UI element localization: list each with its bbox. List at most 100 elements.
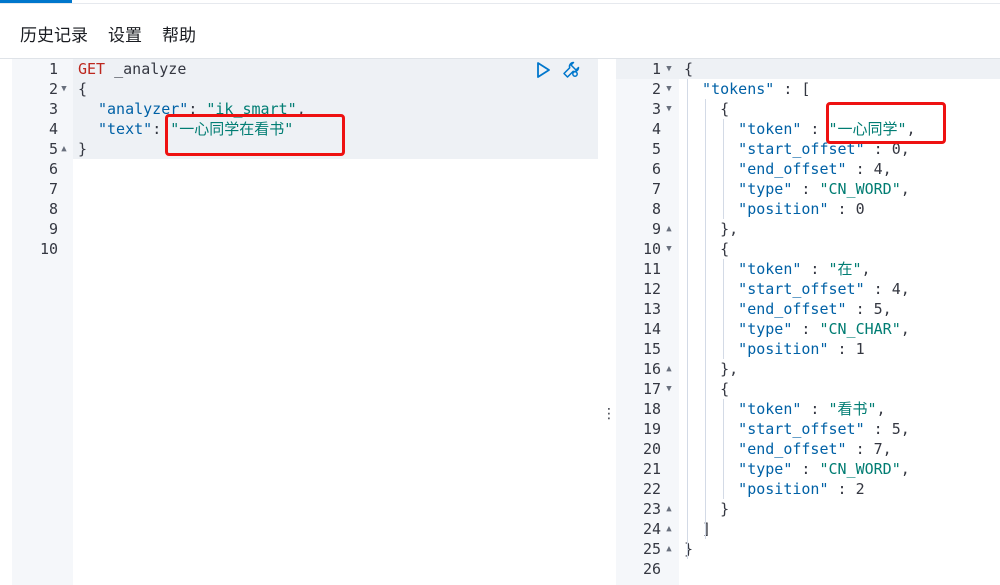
line-number: 10: [39, 240, 58, 258]
line-number: 11: [642, 260, 661, 278]
highlight-box-first-token: [826, 102, 946, 144]
play-icon[interactable]: [534, 61, 552, 79]
wrench-icon[interactable]: [562, 61, 580, 79]
resize-handle-icon[interactable]: ⋮: [602, 406, 616, 422]
punctuation: ,: [900, 280, 910, 298]
fold-toggle-icon[interactable]: ▼: [664, 99, 674, 119]
fold-toggle-icon[interactable]: ▼: [664, 239, 674, 259]
key-start-offset: "start_offset": [738, 280, 865, 298]
line-number: 21: [642, 460, 661, 478]
punctuation: :: [828, 340, 856, 358]
punctuation: ,: [876, 400, 886, 418]
fold-end-icon[interactable]: ▲: [664, 539, 674, 559]
fold-toggle-icon[interactable]: ▼: [59, 79, 69, 99]
highlight-box-text-value: [165, 114, 345, 156]
menu-help[interactable]: 帮助: [162, 16, 196, 56]
brace-open: {: [720, 380, 730, 398]
response-line-17: {: [720, 379, 729, 399]
line-number: 4: [651, 120, 661, 138]
line-number: 13: [642, 300, 661, 318]
punctuation: ,: [882, 300, 892, 318]
response-line-3: {: [720, 99, 729, 119]
response-line-24: ]: [702, 519, 711, 539]
line-number: 12: [642, 280, 661, 298]
line-number: 9: [48, 220, 58, 238]
line-number: 3: [48, 100, 58, 118]
fold-toggle-icon[interactable]: ▼: [664, 79, 674, 99]
key-token: "token": [738, 260, 802, 278]
line-number: 20: [642, 440, 661, 458]
array-open: : [: [774, 80, 811, 98]
fold-end-icon[interactable]: ▲: [664, 219, 674, 239]
indent-guide: [723, 119, 725, 219]
line-number: 18: [642, 400, 661, 418]
indent-guide: [687, 79, 688, 559]
response-line-20: "end_offset" : 7,: [738, 439, 892, 459]
indent-guide: [723, 259, 725, 359]
end-offset-value: 5: [873, 300, 883, 318]
array-close: ]: [702, 520, 712, 538]
punctuation: :: [828, 480, 856, 498]
line-number: 17: [642, 380, 661, 398]
punctuation: :: [792, 320, 820, 338]
punctuation: :: [846, 440, 874, 458]
brace-open: {: [720, 100, 730, 118]
key-start-offset: "start_offset": [738, 420, 865, 438]
request-path: _analyze: [114, 60, 187, 78]
end-offset-value: 7: [873, 440, 883, 458]
line-number: 4: [48, 120, 58, 138]
brace-close: },: [720, 220, 739, 238]
brace-close: }: [684, 540, 694, 558]
key-type: "type": [738, 320, 793, 338]
line-number: 3: [651, 100, 661, 118]
menu-history[interactable]: 历史记录: [20, 16, 88, 56]
response-line-18: "token" : "看书",: [738, 399, 885, 419]
fold-end-icon[interactable]: ▲: [664, 519, 674, 539]
response-line-9: },: [720, 219, 738, 239]
line-number: 5: [651, 140, 661, 158]
line-number: 5: [48, 140, 58, 158]
line-number: 9: [651, 220, 661, 238]
position-value: 0: [855, 200, 865, 218]
line-number: 2: [48, 80, 58, 98]
fold-toggle-icon[interactable]: ▼: [664, 379, 674, 399]
request-line-2: {: [78, 79, 87, 99]
response-line-11: "token" : "在",: [738, 259, 870, 279]
line-number: 15: [642, 340, 661, 358]
punctuation: :: [864, 420, 892, 438]
fold-end-icon[interactable]: ▲: [59, 139, 69, 159]
response-line-15: "position" : 1: [738, 339, 864, 359]
response-line-13: "end_offset" : 5,: [738, 299, 892, 319]
response-line-23: }: [720, 499, 729, 519]
token-value: "看书": [828, 400, 877, 418]
start-offset-value: 5: [891, 420, 901, 438]
response-line-21: "type" : "CN_WORD",: [738, 459, 910, 479]
response-line-22: "position" : 2: [738, 479, 864, 499]
line-number: 8: [48, 200, 58, 218]
line-number: 19: [642, 420, 661, 438]
panel-resizer[interactable]: ⋮: [598, 59, 616, 585]
key-text: "text": [98, 120, 153, 138]
punctuation: :: [846, 300, 874, 318]
brace-close: }: [78, 140, 88, 158]
line-number: 16: [642, 360, 661, 378]
line-number: 1: [48, 60, 58, 78]
menu-settings[interactable]: 设置: [108, 16, 142, 56]
position-value: 1: [855, 340, 865, 358]
key-position: "position": [738, 480, 829, 498]
response-line-25: }: [684, 539, 693, 559]
punctuation: :: [801, 260, 829, 278]
response-line-2: "tokens" : [: [702, 79, 810, 99]
line-number: 26: [642, 560, 661, 578]
key-tokens: "tokens": [702, 80, 775, 98]
fold-end-icon[interactable]: ▲: [664, 499, 674, 519]
fold-toggle-icon[interactable]: ▼: [664, 59, 674, 79]
response-line-14: "type" : "CN_CHAR",: [738, 319, 910, 339]
top-divider: [0, 3, 1000, 4]
request-line-1: GET _analyze: [78, 59, 186, 79]
fold-end-icon[interactable]: ▲: [664, 359, 674, 379]
type-value: "CN_WORD": [819, 460, 901, 478]
punctuation: :: [846, 160, 874, 178]
punctuation: :: [864, 280, 892, 298]
response-line-7: "type" : "CN_WORD",: [738, 179, 910, 199]
